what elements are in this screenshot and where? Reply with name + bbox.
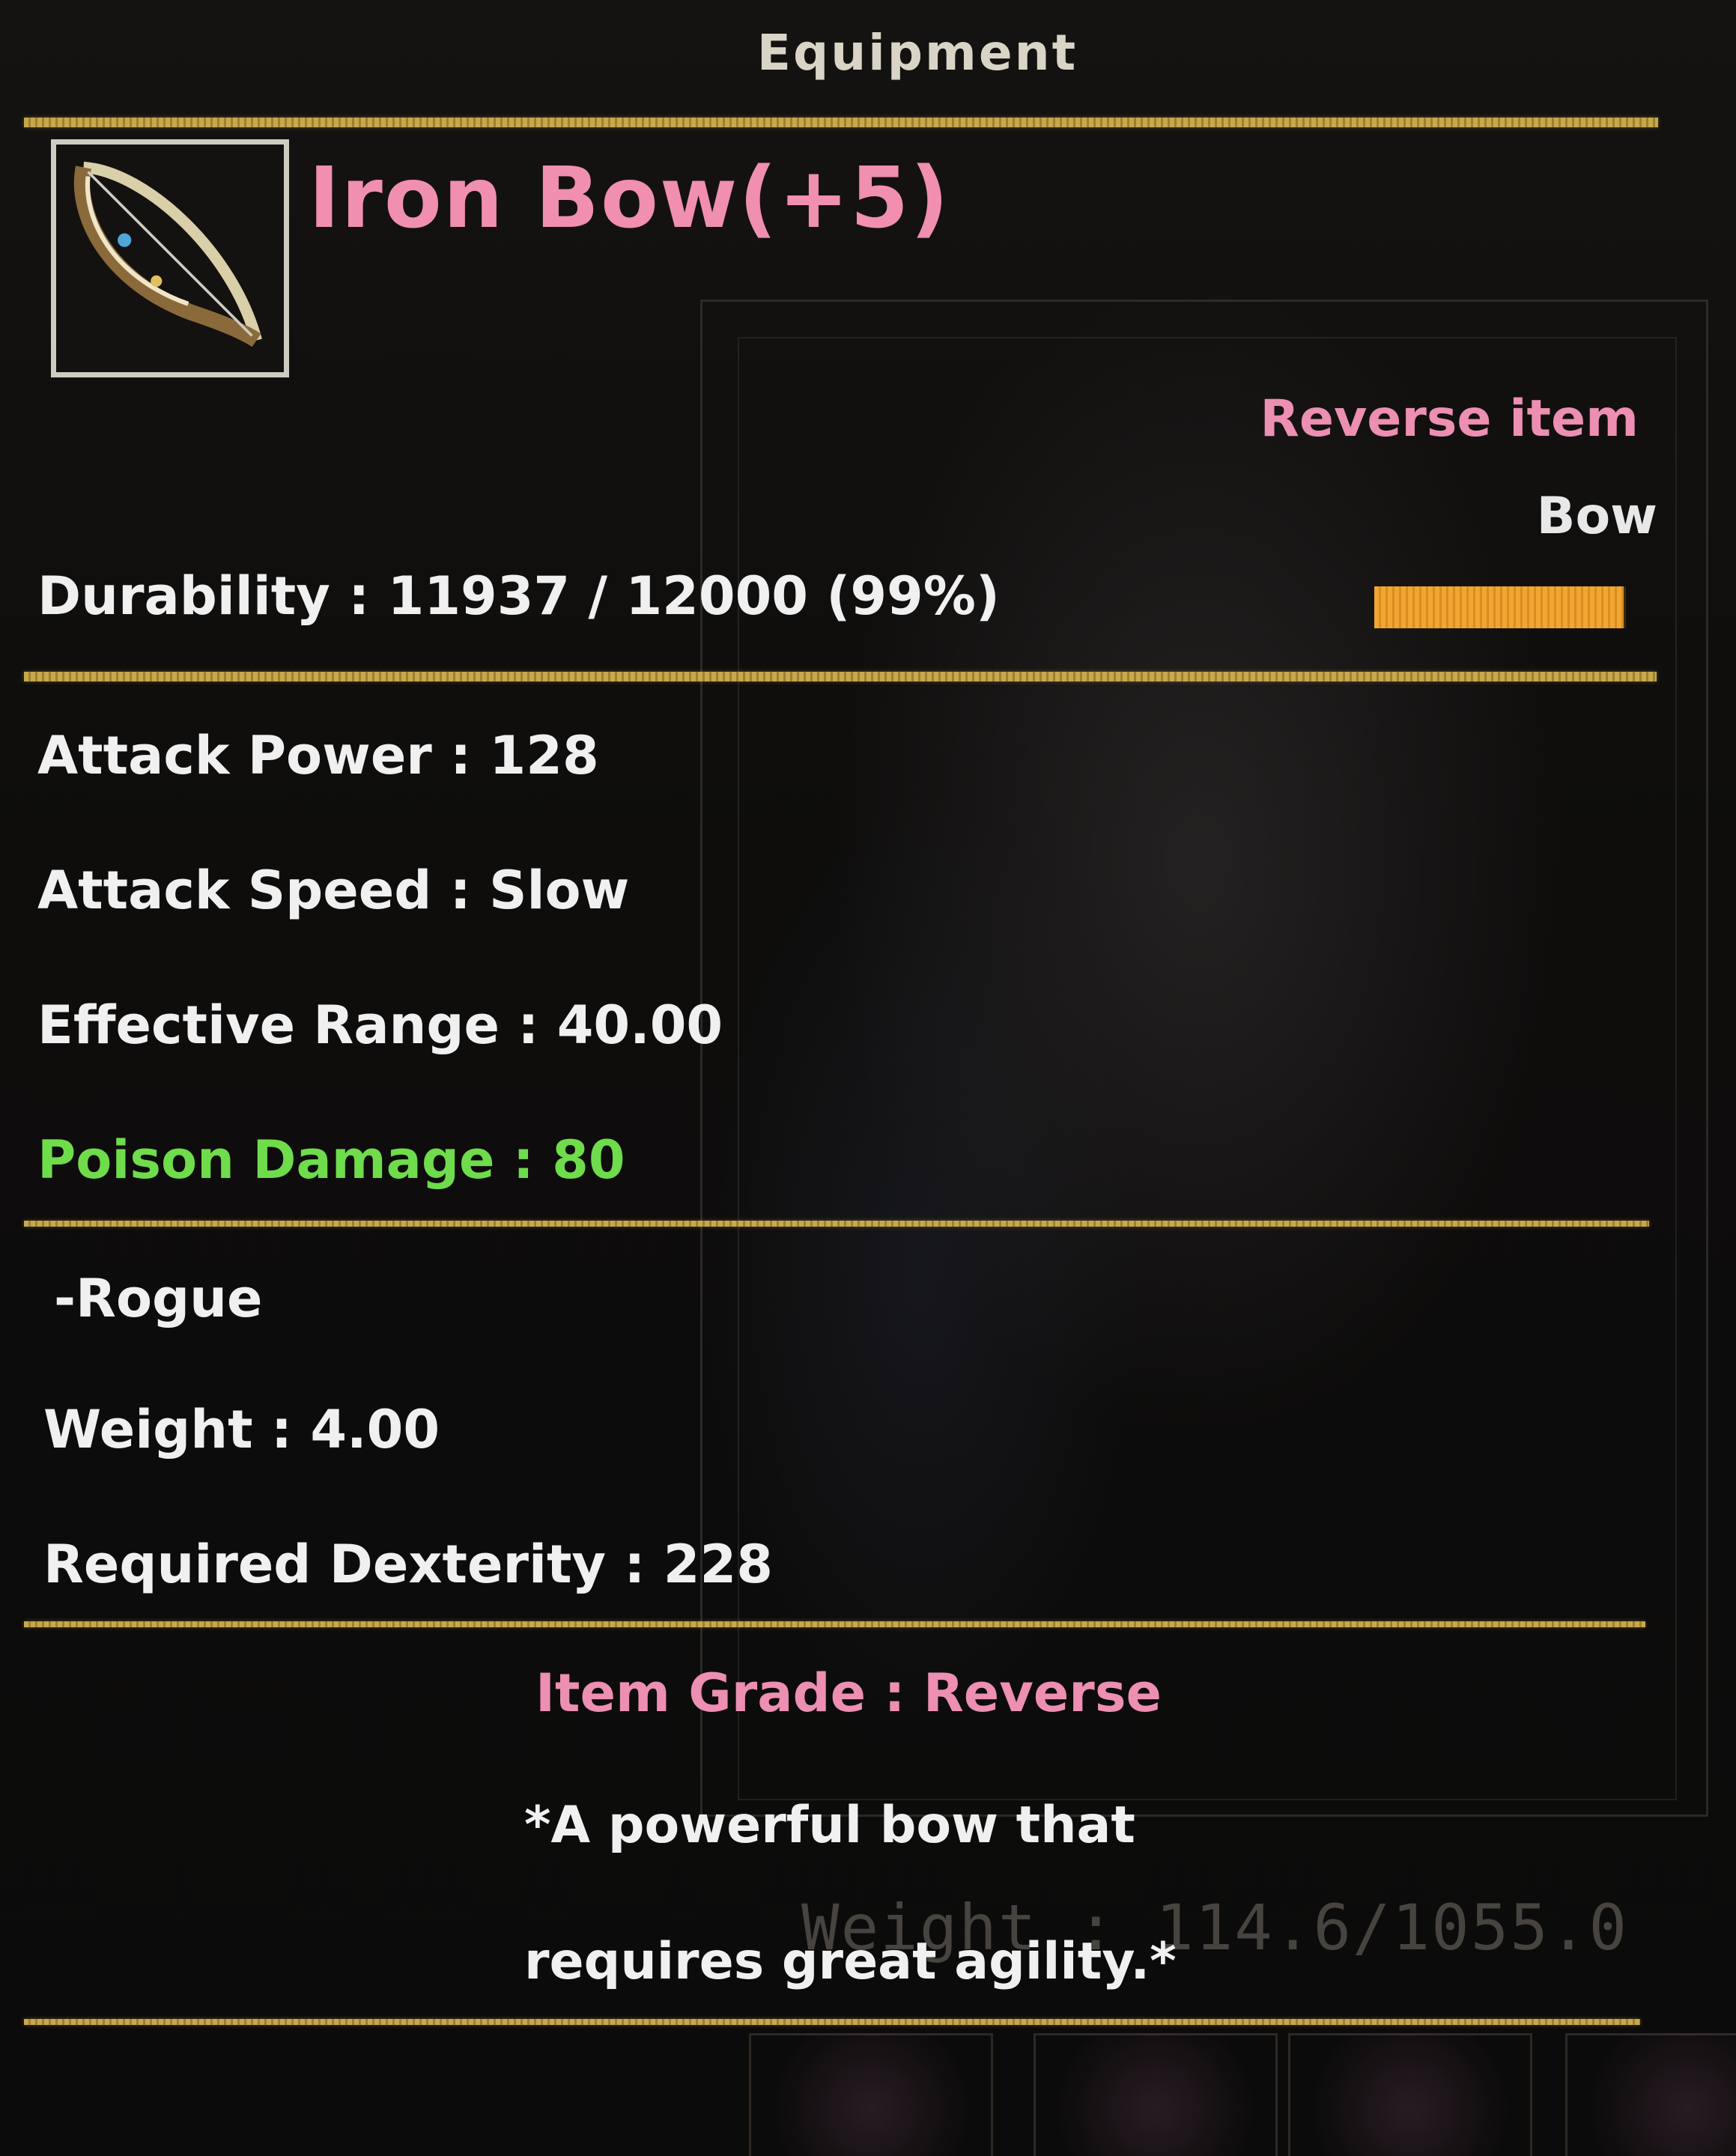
window-title: Equipment [756,24,1078,82]
weight-stat: Weight : 4.00 [43,1399,440,1460]
attack-power-stat: Attack Power : 128 [37,725,599,786]
item-tooltip: Equipment Iron Bow(+5) Reverse item Bow … [0,0,1736,2156]
poison-damage-stat: Poison Damage : 80 [37,1129,625,1191]
class-restriction: -Rogue [54,1268,263,1329]
item-tag-label: Reverse item [1260,389,1639,449]
divider [24,672,1657,681]
durability-bar [1374,586,1626,628]
item-description-line-2: requires great agility.* [524,1932,1177,1991]
item-name: Iron Bow(+5) [309,150,950,247]
item-type-label: Bow [1536,487,1657,546]
attack-speed-stat: Attack Speed : Slow [37,860,630,921]
item-description-line-1: *A powerful bow that [524,1796,1135,1855]
effective-range-stat: Effective Range : 40.00 [37,995,723,1056]
bow-icon [73,161,262,347]
item-grade: Item Grade : Reverse [535,1662,1162,1724]
divider [24,1621,1645,1627]
item-icon-frame [51,139,289,377]
divider [24,2019,1640,2025]
durability-text: Durability : 11937 / 12000 (99%) [37,565,1000,627]
divider [24,1221,1649,1227]
required-dexterity-stat: Required Dexterity : 228 [43,1534,773,1595]
divider [24,118,1658,127]
durability-bar-fill [1374,586,1624,628]
